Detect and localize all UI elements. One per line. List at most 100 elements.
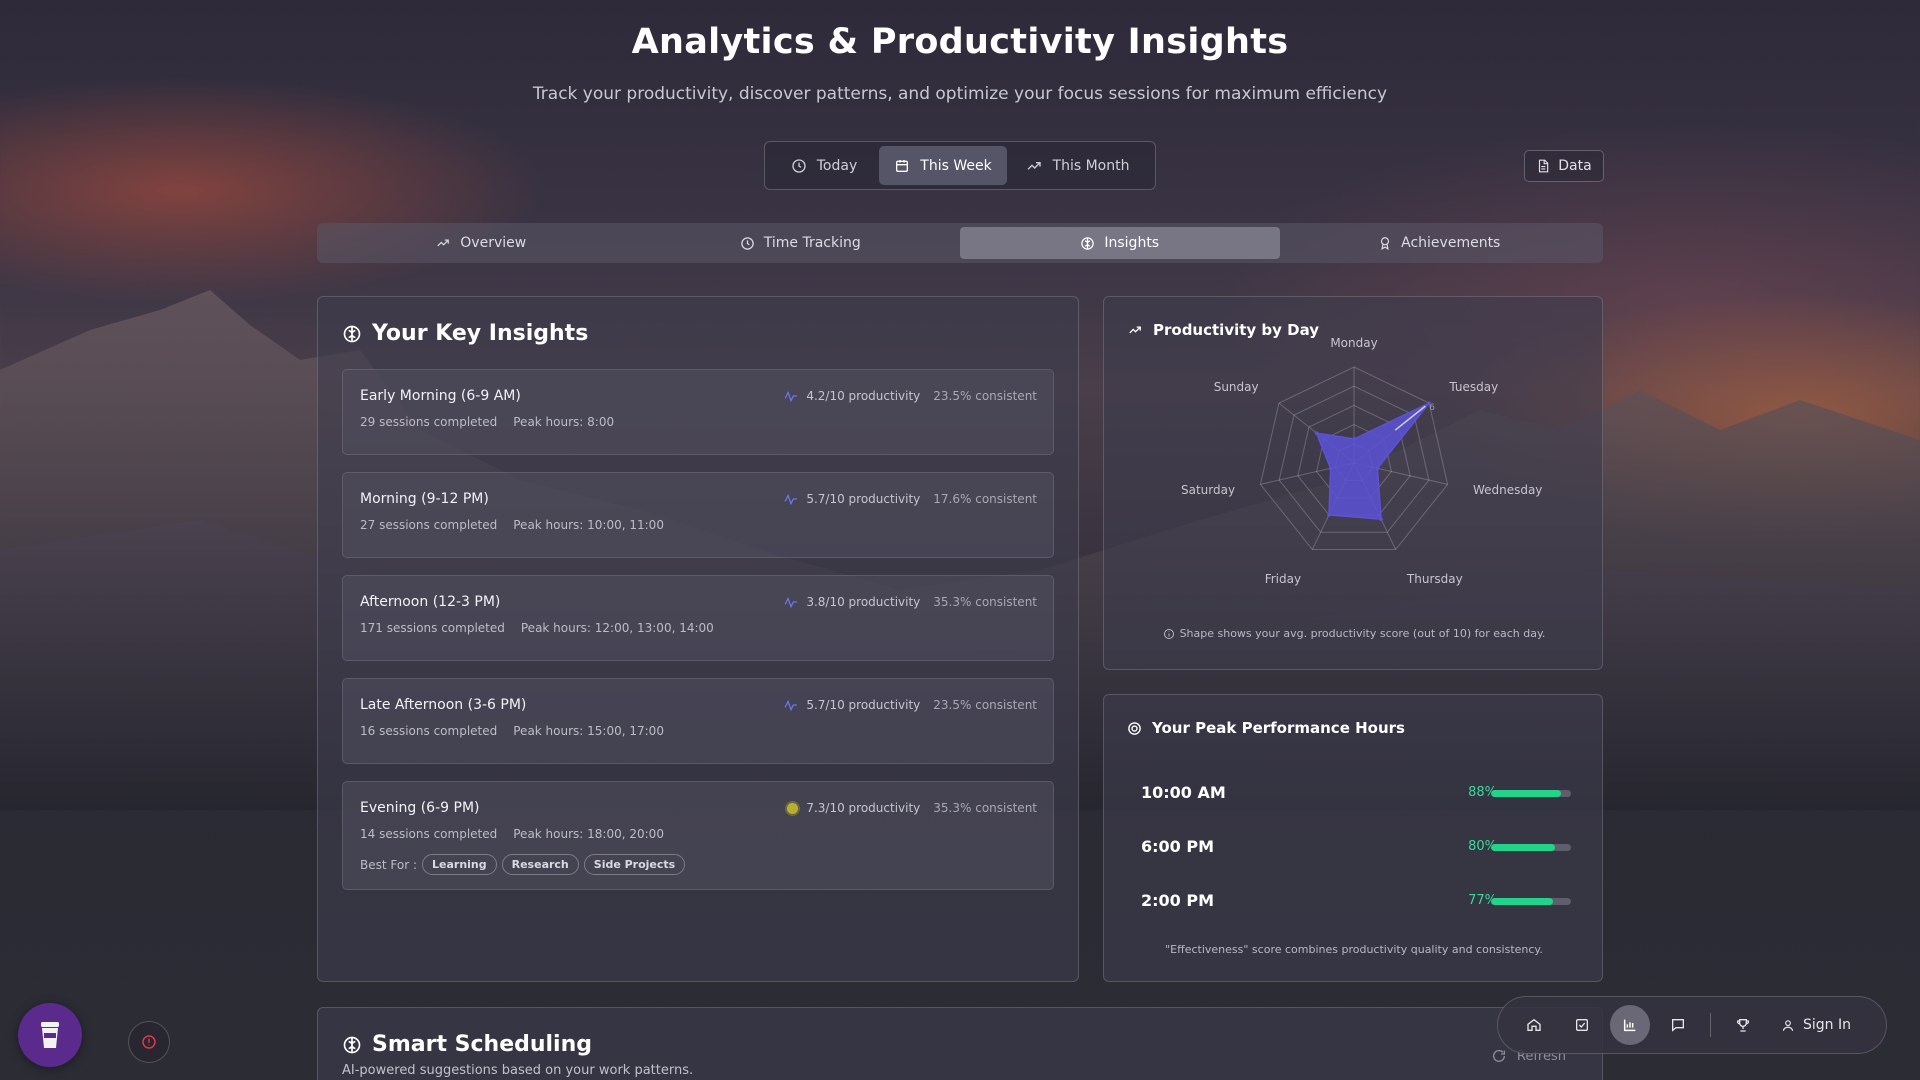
peak-hour-bar-fill xyxy=(1491,844,1555,851)
peak-performance-title: Your Peak Performance Hours xyxy=(1127,719,1405,737)
radar-day-label: Saturday xyxy=(1181,483,1235,497)
time-range-selector: Today This Week This Month xyxy=(764,141,1156,190)
sign-in-button[interactable]: Sign In xyxy=(1781,1017,1851,1033)
calendar-icon xyxy=(894,158,910,174)
time-slot-card[interactable]: Afternoon (12-3 PM) 171 sessions complet… xyxy=(342,575,1054,661)
alert-button[interactable] xyxy=(128,1021,170,1063)
radar-day-label: Wednesday xyxy=(1473,483,1542,497)
time-slot-card[interactable]: Morning (9-12 PM) 27 sessions completed … xyxy=(342,472,1054,558)
best-for-chip-research[interactable]: Research xyxy=(501,854,579,875)
best-for-chip-learning[interactable]: Learning xyxy=(422,854,497,875)
brain-icon xyxy=(342,324,362,344)
trending-up-icon xyxy=(1127,323,1143,337)
peak-hour-bar xyxy=(1491,898,1571,905)
activity-icon xyxy=(784,390,798,402)
dock-tasks-button[interactable] xyxy=(1562,1005,1602,1045)
radar-data-point xyxy=(1352,437,1356,441)
radar-day-label: Tuesday xyxy=(1448,380,1498,394)
activity-icon xyxy=(784,699,798,711)
time-slot-name: Afternoon (12-3 PM) xyxy=(360,594,501,610)
range-today-label: Today xyxy=(816,157,858,174)
time-slot-peak-hours: Peak hours: 8:00 xyxy=(513,415,615,429)
range-this-month-button[interactable]: This Month xyxy=(1007,146,1147,185)
time-slot-name: Morning (9-12 PM) xyxy=(360,491,489,507)
time-slot-consistency: 35.3% consistent xyxy=(933,801,1037,815)
time-slot-meta: 14 sessions completed Peak hours: 18:00,… xyxy=(360,827,664,841)
dock-achievements-button[interactable] xyxy=(1723,1005,1763,1045)
time-slot-stats: 3.8/10 productivity 35.3% consistent xyxy=(784,595,1037,609)
tab-insights[interactable]: Insights xyxy=(960,227,1280,259)
time-slot-consistency: 23.5% consistent xyxy=(933,698,1037,712)
best-for-chip-side-projects[interactable]: Side Projects xyxy=(583,854,686,875)
smart-scheduling-title-text: Smart Scheduling xyxy=(372,1032,593,1057)
time-slot-sessions: 171 sessions completed xyxy=(360,621,505,635)
time-slot-card[interactable]: Evening (6-9 PM) 14 sessions completed P… xyxy=(342,781,1054,890)
time-slot-name: Evening (6-9 PM) xyxy=(360,800,480,816)
time-slot-sessions: 27 sessions completed xyxy=(360,518,498,532)
radar-note: Shape shows your avg. productivity score… xyxy=(1104,627,1604,640)
check-square-icon xyxy=(1574,1017,1590,1033)
radar-day-label: Friday xyxy=(1265,572,1301,586)
peak-note: "Effectiveness" score combines productiv… xyxy=(1165,943,1543,956)
time-slot-productivity: 5.7/10 productivity xyxy=(806,698,921,712)
peak-hour-row: 10:00 AM 88% xyxy=(1141,781,1571,805)
key-insights-title: Your Key Insights xyxy=(342,321,588,346)
award-icon xyxy=(1378,235,1392,251)
productivity-by-day-title-text: Productivity by Day xyxy=(1153,321,1320,339)
target-icon xyxy=(1127,721,1142,736)
bottom-dock: Sign In xyxy=(1497,996,1887,1054)
time-slot-stats: 4.2/10 productivity 23.5% consistent xyxy=(784,389,1037,403)
dock-analytics-button[interactable] xyxy=(1610,1005,1650,1045)
radar-day-label: Sunday xyxy=(1214,380,1259,394)
time-slot-sessions: 14 sessions completed xyxy=(360,827,498,841)
time-slot-stats: 5.7/10 productivity 23.5% consistent xyxy=(784,698,1037,712)
time-slot-productivity: 3.8/10 productivity xyxy=(806,595,921,609)
time-slot-name: Early Morning (6-9 AM) xyxy=(360,388,521,404)
tab-time-tracking[interactable]: Time Tracking xyxy=(641,227,961,259)
peak-hour-bar-fill xyxy=(1491,790,1562,797)
radar-data-point xyxy=(1328,466,1333,471)
main-tabs: Overview Time Tracking Insights Achievem… xyxy=(317,223,1603,263)
peak-performance-title-text: Your Peak Performance Hours xyxy=(1152,719,1405,737)
radar-data-point xyxy=(1327,513,1331,517)
peak-hour-time: 10:00 AM xyxy=(1141,783,1226,802)
radar-day-label: Monday xyxy=(1330,336,1377,350)
time-slot-card[interactable]: Late Afternoon (3-6 PM) 16 sessions comp… xyxy=(342,678,1054,764)
tab-overview[interactable]: Overview xyxy=(321,227,641,259)
time-slot-peak-hours: Peak hours: 15:00, 17:00 xyxy=(513,724,664,738)
radar-data-point xyxy=(1379,517,1383,522)
tab-achievements-label: Achievements xyxy=(1401,235,1501,251)
tab-time-tracking-label: Time Tracking xyxy=(763,235,861,251)
sign-in-label: Sign In xyxy=(1803,1017,1851,1033)
dock-home-button[interactable] xyxy=(1514,1005,1554,1045)
data-button[interactable]: Data xyxy=(1524,150,1604,182)
tab-achievements[interactable]: Achievements xyxy=(1280,227,1600,259)
time-slot-consistency: 35.3% consistent xyxy=(933,595,1037,609)
radar-day-label: Thursday xyxy=(1406,572,1463,586)
trophy-icon xyxy=(1735,1017,1751,1033)
productivity-by-day-card: 6 Monday Tuesday Wednesday Thursday Friday Sat… xyxy=(1103,296,1603,670)
range-this-week-button[interactable]: This Week xyxy=(879,146,1007,185)
range-this-week-label: This Week xyxy=(920,157,992,174)
peak-hour-row: 6:00 PM 80% xyxy=(1141,835,1571,859)
time-slot-meta: 29 sessions completed Peak hours: 8:00 xyxy=(360,415,614,429)
coffee-cup-button[interactable] xyxy=(18,1003,82,1067)
time-slot-productivity: 7.3/10 productivity xyxy=(806,801,921,815)
time-slot-meta: 171 sessions completed Peak hours: 12:00… xyxy=(360,621,714,635)
tab-overview-label: Overview xyxy=(460,235,527,251)
time-slot-card[interactable]: Early Morning (6-9 AM) 29 sessions compl… xyxy=(342,369,1054,455)
time-slot-stats: 7.3/10 productivity 35.3% consistent xyxy=(787,801,1037,815)
smart-scheduling-title: Smart Scheduling xyxy=(342,1032,592,1057)
dock-messages-button[interactable] xyxy=(1658,1005,1698,1045)
time-slot-meta: 27 sessions completed Peak hours: 10:00,… xyxy=(360,518,664,532)
page-title: Analytics & Productivity Insights xyxy=(631,22,1289,62)
productivity-radar-chart: 6 Monday Tuesday Wednesday Thursday Friday Sat… xyxy=(1181,336,1542,586)
message-icon xyxy=(1670,1017,1686,1033)
page-subtitle: Track your productivity, discover patter… xyxy=(532,84,1388,104)
range-today-button[interactable]: Today xyxy=(769,146,879,185)
time-slot-name: Late Afternoon (3-6 PM) xyxy=(360,697,527,713)
peak-hour-bar-fill xyxy=(1491,898,1553,905)
key-insights-title-text: Your Key Insights xyxy=(372,321,589,346)
home-icon xyxy=(1526,1017,1542,1033)
tab-insights-label: Insights xyxy=(1104,235,1160,251)
